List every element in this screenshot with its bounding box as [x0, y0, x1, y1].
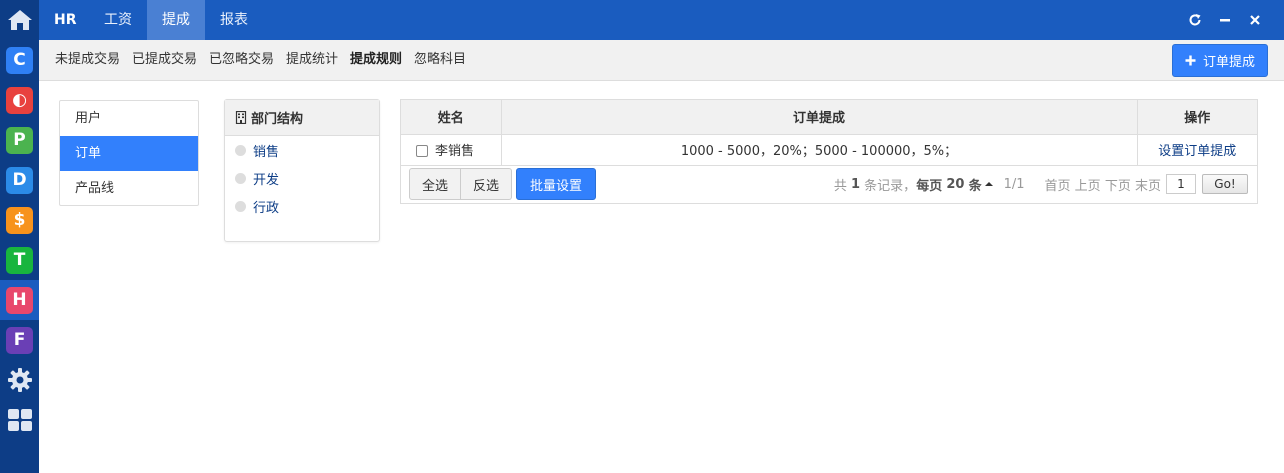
add-button-label: 订单提成: [1202, 55, 1255, 70]
dock-app-f[interactable]: F: [0, 320, 39, 360]
p-app-icon: P: [6, 126, 33, 154]
subnav-commissioned[interactable]: 已提成交易: [132, 40, 197, 80]
table-row: 李销售 1000 - 5000，20%；5000 - 100000，5%； 设置…: [401, 134, 1257, 166]
home-button[interactable]: [0, 0, 39, 40]
select-all-button[interactable]: 全选: [409, 168, 462, 200]
sub-nav: 未提成交易 已提成交易 已忽略交易 提成统计 提成规则 忽略科目 订单提成: [39, 40, 1284, 81]
tab-salary[interactable]: 工资: [89, 0, 147, 40]
set-order-commission-link[interactable]: 设置订单提成: [1158, 144, 1236, 159]
pager-total: 1: [850, 176, 861, 192]
tab-commission[interactable]: 提成: [147, 0, 205, 40]
side-menu: 用户 订单 产品线: [59, 100, 199, 206]
pager-prev[interactable]: 上页: [1075, 175, 1101, 194]
commission-table: 姓名 订单提成 操作 李销售 1000 - 5000，20%；5000 - 10…: [400, 99, 1258, 204]
close-icon: [1250, 15, 1260, 25]
o-app-icon: ◐: [6, 86, 33, 114]
subnav-uncommissioned[interactable]: 未提成交易: [55, 40, 120, 80]
selection-button-group: 全选 反选: [409, 168, 513, 200]
app-brand: HR: [54, 12, 77, 28]
table-header-row: 姓名 订单提成 操作: [401, 100, 1257, 135]
building-icon: [235, 111, 247, 124]
pager: 共 1 条记录， 每页 20 条 1/1 首页 上页 下页 末页 1 Go!: [834, 174, 1248, 194]
subnav-rules[interactable]: 提成规则: [350, 40, 402, 80]
subnav-stats[interactable]: 提成统计: [286, 40, 338, 80]
t-app-icon: T: [6, 246, 33, 274]
action-cell: 设置订单提成: [1137, 134, 1257, 166]
c-app-icon: C: [6, 46, 33, 74]
dept-label: 行政: [253, 200, 280, 216]
add-order-commission-button[interactable]: 订单提成: [1172, 44, 1268, 77]
d-app-icon: D: [6, 166, 33, 194]
dock-app-p[interactable]: P: [0, 120, 39, 160]
home-icon: [7, 10, 32, 30]
pager-page-input[interactable]: 1: [1166, 174, 1196, 194]
dock-app-h[interactable]: H: [0, 280, 39, 320]
name-cell: 李销售: [401, 134, 502, 166]
app-dock: C ◐ P D $ T H F: [0, 0, 39, 473]
department-panel-title: 部门结构: [251, 112, 304, 127]
top-bar: HR 工资 提成 报表: [39, 0, 1284, 40]
row-name: 李销售: [435, 144, 475, 159]
dock-app-o[interactable]: ◐: [0, 80, 39, 120]
settings-button[interactable]: [0, 360, 39, 400]
menu-item-user[interactable]: 用户: [60, 101, 198, 136]
dock-app-c[interactable]: C: [0, 40, 39, 80]
dock-app-s[interactable]: $: [0, 200, 39, 240]
row-checkbox[interactable]: [416, 145, 428, 157]
dept-label: 销售: [253, 144, 280, 160]
dept-item-dev[interactable]: 开发: [225, 164, 379, 192]
all-apps-button[interactable]: [0, 400, 39, 440]
pager-last[interactable]: 末页: [1135, 175, 1161, 194]
plus-icon: [1185, 55, 1196, 66]
dept-item-admin[interactable]: 行政: [225, 192, 379, 220]
subnav-ignored-subjects[interactable]: 忽略科目: [414, 40, 466, 80]
close-button[interactable]: [1245, 10, 1265, 30]
pager-page: 1/1: [1003, 176, 1025, 192]
pager-per-page-suffix: 条: [968, 178, 982, 194]
commission-table-body: 姓名 订单提成 操作 李销售 1000 - 5000，20%；5000 - 10…: [401, 100, 1257, 166]
column-header-rule: 订单提成: [501, 100, 1138, 135]
pager-per-page-prefix: 每页: [916, 178, 943, 194]
minimize-button[interactable]: [1215, 10, 1235, 30]
pager-total-prefix: 共: [833, 178, 847, 194]
grid-icon: [7, 409, 32, 431]
dept-item-sales[interactable]: 销售: [225, 136, 379, 164]
batch-set-button[interactable]: 批量设置: [516, 168, 597, 200]
rule-cell: 1000 - 5000，20%；5000 - 100000，5%；: [501, 134, 1138, 166]
h-app-icon: H: [6, 286, 33, 314]
menu-item-product-line[interactable]: 产品线: [60, 171, 198, 206]
pager-first[interactable]: 首页: [1045, 175, 1071, 194]
department-panel: 部门结构 销售 开发 行政: [224, 99, 380, 242]
tab-report[interactable]: 报表: [205, 0, 263, 40]
department-panel-header: 部门结构: [225, 100, 379, 136]
minimize-icon: [1220, 19, 1230, 22]
dock-app-d[interactable]: D: [0, 160, 39, 200]
column-header-name: 姓名: [401, 100, 502, 135]
dock-app-t[interactable]: T: [0, 240, 39, 280]
subnav-ignored[interactable]: 已忽略交易: [209, 40, 274, 80]
pager-go-button[interactable]: Go!: [1202, 174, 1248, 194]
dept-dot-icon: [235, 200, 246, 212]
invert-selection-button[interactable]: 反选: [461, 168, 513, 200]
s-app-icon: $: [6, 206, 33, 234]
column-header-action: 操作: [1137, 100, 1257, 135]
refresh-button[interactable]: [1185, 10, 1205, 30]
refresh-icon: [1189, 14, 1201, 26]
dept-dot-icon: [235, 172, 246, 184]
gear-icon: [7, 368, 32, 392]
f-app-icon: F: [6, 326, 33, 354]
pager-next[interactable]: 下页: [1105, 175, 1131, 194]
menu-item-order[interactable]: 订单: [60, 136, 198, 171]
pager-total-suffix: 条记录，: [864, 178, 917, 194]
pager-per-page[interactable]: 20: [946, 177, 964, 192]
dept-label: 开发: [253, 172, 280, 188]
dept-dot-icon: [235, 144, 246, 156]
table-footer: 全选 反选 批量设置 共 1 条记录， 每页 20 条 1/1 首页 上页 下页 …: [401, 167, 1257, 203]
caret-up-icon[interactable]: [984, 180, 994, 188]
